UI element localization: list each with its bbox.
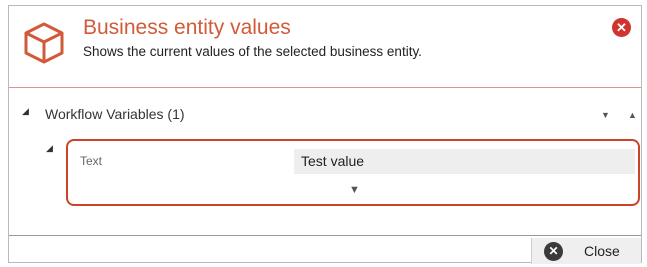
field-label-text: Text bbox=[80, 154, 103, 168]
close-button[interactable]: ✕ Close bbox=[531, 238, 641, 264]
collapse-item-icon[interactable]: ◢ bbox=[46, 143, 53, 154]
close-button-label: Close bbox=[584, 243, 620, 259]
move-down-icon[interactable]: ▼ bbox=[601, 110, 610, 120]
close-icon[interactable]: ✕ bbox=[612, 18, 631, 37]
dialog-subtitle: Shows the current values of the selected… bbox=[83, 44, 422, 59]
dialog-header: Business entity values Shows the current… bbox=[9, 6, 641, 88]
business-entity-values-dialog: Business entity values Shows the current… bbox=[8, 5, 642, 264]
dialog-title: Business entity values bbox=[83, 16, 291, 39]
collapse-group-icon[interactable]: ◢ bbox=[22, 106, 29, 117]
move-up-icon[interactable]: ▲ bbox=[628, 110, 637, 120]
cube-icon bbox=[24, 22, 64, 64]
expand-down-icon[interactable]: ▼ bbox=[349, 184, 360, 196]
dialog-footer: ✕ Close bbox=[9, 235, 641, 264]
text-value-field[interactable]: Test value bbox=[294, 149, 635, 174]
group-label: Workflow Variables (1) bbox=[45, 106, 185, 122]
close-circle-icon: ✕ bbox=[544, 242, 563, 261]
